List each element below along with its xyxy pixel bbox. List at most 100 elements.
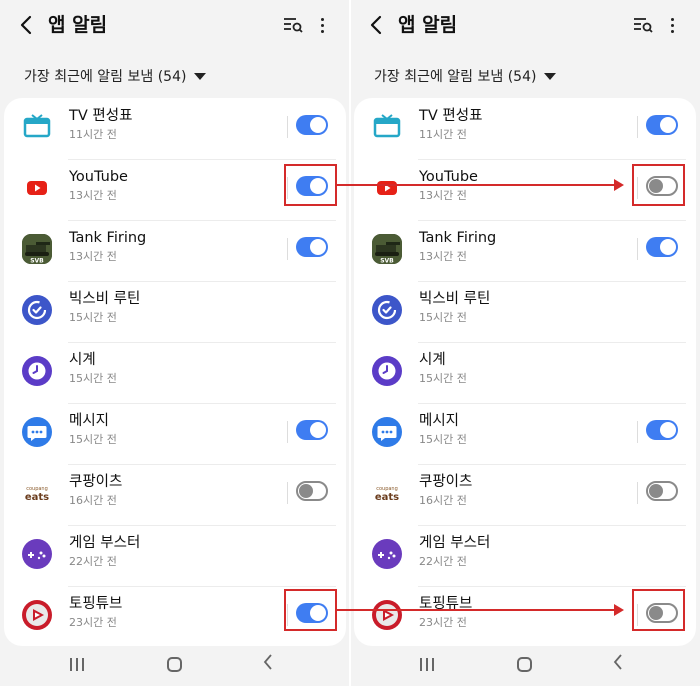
app-name: 토핑튜브 — [69, 596, 123, 612]
app-name: 메시지 — [419, 413, 460, 429]
app-row[interactable]: 빅스비 루틴 15시간 전 — [354, 281, 696, 342]
app-row[interactable]: SVB Tank Firing 13시간 전 — [354, 220, 696, 281]
app-last-notified: 23시간 전 — [69, 616, 117, 629]
system-nav-bar — [350, 646, 700, 686]
bixby-routines-icon — [22, 295, 52, 325]
tv-icon — [372, 112, 402, 142]
app-name: YouTube — [69, 169, 128, 185]
app-name: 빅스비 루틴 — [69, 291, 141, 307]
toggle-knob — [310, 117, 326, 133]
toggle-knob — [660, 117, 676, 133]
row-divider — [418, 159, 686, 160]
youtube-icon — [22, 173, 52, 203]
app-row[interactable]: SVB Tank Firing 13시간 전 — [4, 220, 346, 281]
app-bar: 앱 알림 — [350, 0, 700, 52]
list-search-icon — [634, 18, 653, 33]
page-title: 앱 알림 — [48, 14, 108, 36]
notification-toggle[interactable] — [646, 420, 678, 440]
app-last-notified: 11시간 전 — [419, 128, 467, 141]
app-row[interactable]: 메시지 15시간 전 — [354, 403, 696, 464]
dropdown-arrow-icon — [194, 72, 207, 80]
app-last-notified: 16시간 전 — [69, 494, 117, 507]
notification-toggle[interactable] — [296, 420, 328, 440]
row-divider — [418, 220, 686, 221]
toggle-divider — [287, 482, 288, 504]
search-button[interactable] — [282, 15, 304, 35]
app-row[interactable]: 게임 부스터 22시간 전 — [354, 525, 696, 586]
sort-filter-dropdown[interactable]: 가장 최근에 알림 보냄 (54) — [374, 64, 557, 88]
recent-apps-button[interactable] — [420, 658, 434, 671]
notification-toggle[interactable] — [646, 237, 678, 257]
highlight-box-toppingtube-before — [284, 589, 337, 631]
toggle-divider — [287, 421, 288, 443]
nav-back-button[interactable] — [263, 653, 279, 675]
chevron-left-icon — [370, 15, 382, 35]
toggle-divider — [287, 116, 288, 138]
notification-toggle[interactable] — [296, 115, 328, 135]
screen-before: 앱 알림 가장 최근에 알림 보냄 (54) TV 편성표 11시간 전 YouTu… — [0, 0, 350, 686]
row-divider — [68, 220, 336, 221]
tank-firing-icon: SVB — [22, 234, 52, 264]
bixby-routines-icon — [372, 295, 402, 325]
recent-apps-button[interactable] — [70, 658, 84, 671]
search-button[interactable] — [632, 15, 654, 35]
app-last-notified: 13시간 전 — [69, 250, 117, 263]
svg-text:eats: eats — [25, 492, 49, 503]
app-row[interactable]: 시계 15시간 전 — [4, 342, 346, 403]
panel-divider — [349, 0, 351, 686]
youtube-icon — [372, 173, 402, 203]
toggle-divider — [637, 482, 638, 504]
back-button[interactable] — [14, 12, 38, 38]
more-options-button[interactable] — [665, 13, 679, 37]
sort-filter-label: 가장 최근에 알림 보냄 (54) — [374, 69, 537, 85]
notification-toggle[interactable] — [646, 481, 678, 501]
app-last-notified: 13시간 전 — [419, 250, 467, 263]
row-divider — [418, 464, 686, 465]
notification-toggle[interactable] — [646, 115, 678, 135]
app-name: 시계 — [69, 352, 96, 368]
coupang-eats-icon: coupang eats — [22, 478, 52, 508]
annotation-arrow-toppingtube — [337, 604, 624, 616]
toggle-knob — [660, 239, 676, 255]
app-last-notified: 15시간 전 — [419, 311, 467, 324]
row-divider — [418, 342, 686, 343]
app-row[interactable]: TV 편성표 11시간 전 — [4, 98, 346, 159]
app-last-notified: 16시간 전 — [419, 494, 467, 507]
app-row[interactable]: 게임 부스터 22시간 전 — [4, 525, 346, 586]
app-last-notified: 15시간 전 — [69, 372, 117, 385]
app-row[interactable]: 빅스비 루틴 15시간 전 — [4, 281, 346, 342]
row-divider — [68, 281, 336, 282]
app-row[interactable]: 시계 15시간 전 — [354, 342, 696, 403]
toggle-knob — [310, 422, 326, 438]
game-booster-icon — [22, 539, 52, 569]
sort-filter-dropdown[interactable]: 가장 최근에 알림 보냄 (54) — [24, 64, 207, 88]
app-row[interactable]: 메시지 15시간 전 — [4, 403, 346, 464]
notification-toggle[interactable] — [296, 237, 328, 257]
messages-icon — [372, 417, 402, 447]
svg-text:SVB: SVB — [30, 258, 44, 265]
row-divider — [418, 586, 686, 587]
app-bar: 앱 알림 — [0, 0, 350, 52]
notification-toggle[interactable] — [296, 481, 328, 501]
more-options-button[interactable] — [315, 13, 329, 37]
row-divider — [68, 464, 336, 465]
app-name: 토핑튜브 — [419, 596, 473, 612]
app-row[interactable]: TV 편성표 11시간 전 — [354, 98, 696, 159]
back-button[interactable] — [364, 12, 388, 38]
chevron-left-icon — [20, 15, 32, 35]
toggle-knob — [299, 484, 313, 498]
app-row[interactable]: coupang eats 쿠팡이츠 16시간 전 — [4, 464, 346, 525]
home-button[interactable] — [167, 657, 182, 672]
home-button[interactable] — [517, 657, 532, 672]
app-name: 시계 — [419, 352, 446, 368]
sort-filter-label: 가장 최근에 알림 보냄 (54) — [24, 69, 187, 85]
messages-icon — [22, 417, 52, 447]
app-last-notified: 11시간 전 — [69, 128, 117, 141]
app-last-notified: 13시간 전 — [419, 189, 467, 202]
app-row[interactable]: coupang eats 쿠팡이츠 16시간 전 — [354, 464, 696, 525]
row-divider — [68, 586, 336, 587]
nav-back-icon — [613, 654, 622, 670]
nav-back-button[interactable] — [613, 653, 629, 675]
toggle-divider — [287, 238, 288, 260]
toppingtube-icon — [372, 600, 402, 630]
